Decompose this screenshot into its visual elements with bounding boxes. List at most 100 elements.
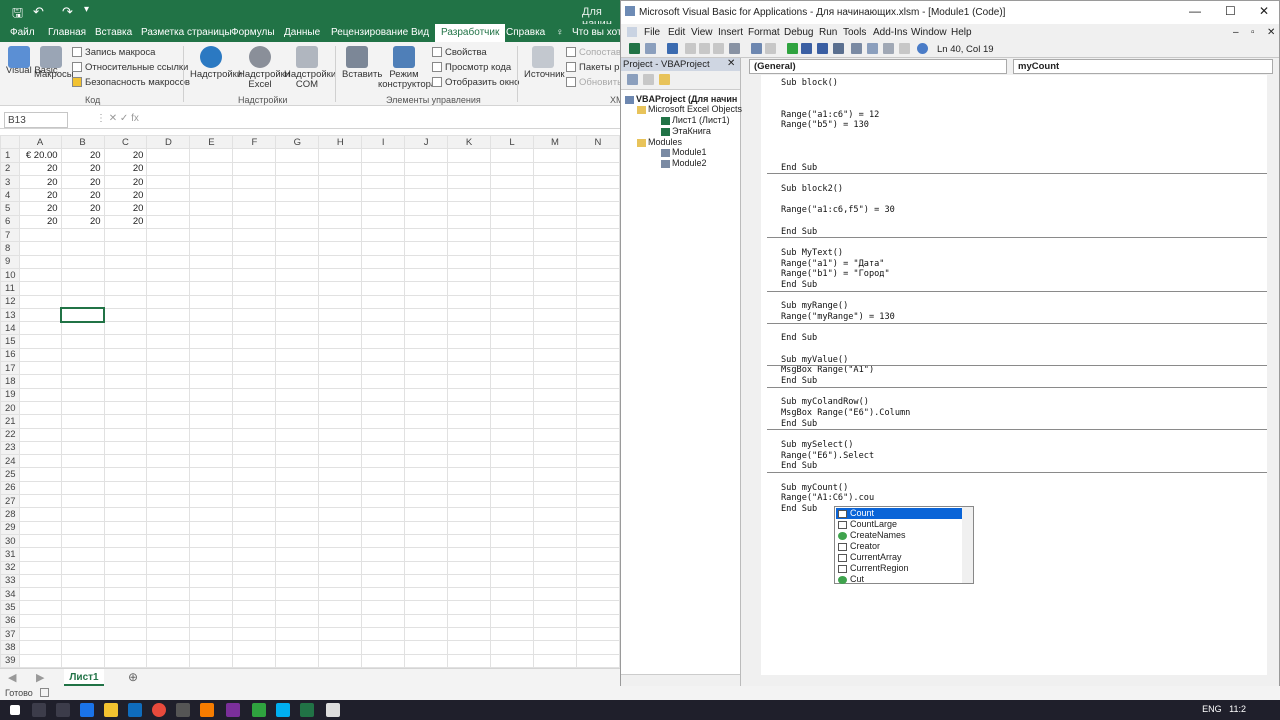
cell[interactable] [232, 600, 277, 615]
menu-help[interactable]: Help [951, 27, 972, 38]
cell[interactable] [189, 254, 234, 269]
code-vscrollbar[interactable] [1267, 75, 1279, 675]
view-excel-icon[interactable] [629, 43, 640, 54]
cell[interactable] [490, 626, 535, 642]
cell[interactable] [275, 467, 320, 482]
cell[interactable] [275, 361, 320, 376]
com-addins-button[interactable]: Надстройки COM [284, 46, 336, 90]
start-icon[interactable] [10, 705, 20, 715]
row-header[interactable]: 28 [0, 507, 20, 522]
cell[interactable] [318, 547, 363, 562]
cell[interactable] [490, 507, 535, 522]
cell[interactable] [404, 374, 449, 389]
cell[interactable] [447, 201, 492, 216]
cell[interactable] [575, 547, 620, 562]
column-header-H[interactable]: H [318, 135, 363, 150]
row-header[interactable]: 26 [0, 480, 20, 496]
cell[interactable] [404, 560, 449, 575]
cell[interactable] [490, 440, 535, 456]
cell[interactable] [318, 188, 363, 203]
cell[interactable] [447, 427, 492, 442]
cell[interactable] [490, 560, 535, 575]
cell[interactable] [575, 520, 620, 535]
cell[interactable] [60, 347, 105, 363]
cell[interactable] [189, 241, 234, 256]
cell[interactable] [189, 374, 234, 389]
cell[interactable] [447, 653, 492, 668]
cell[interactable] [361, 294, 406, 309]
cell[interactable] [18, 294, 62, 309]
cell[interactable] [146, 454, 191, 469]
tab-help[interactable]: Справка [506, 27, 545, 38]
cell[interactable] [103, 347, 148, 363]
cell[interactable] [232, 241, 277, 256]
cell[interactable] [103, 533, 148, 549]
cell[interactable] [404, 587, 449, 602]
cell[interactable] [18, 626, 62, 642]
cell[interactable] [275, 174, 320, 190]
cell[interactable] [232, 201, 277, 216]
cell[interactable] [275, 626, 320, 642]
cell[interactable] [533, 161, 577, 176]
cell[interactable] [232, 626, 277, 642]
cell[interactable] [490, 174, 535, 190]
cell[interactable] [490, 347, 535, 363]
cell[interactable] [575, 613, 620, 628]
column-header-C[interactable]: C [103, 135, 148, 150]
row-header[interactable]: 22 [0, 427, 20, 442]
cell[interactable] [103, 454, 148, 469]
cell[interactable] [575, 440, 620, 456]
row-header[interactable]: 10 [0, 267, 20, 283]
cell[interactable] [146, 440, 191, 456]
cell[interactable] [232, 294, 277, 309]
cell[interactable] [275, 161, 320, 176]
cell[interactable] [404, 387, 449, 402]
cell[interactable] [361, 533, 406, 549]
cell[interactable] [189, 148, 234, 163]
cell[interactable] [18, 520, 62, 535]
cell[interactable] [232, 347, 277, 363]
cell[interactable] [189, 228, 234, 243]
cell[interactable]: 20 [18, 214, 62, 230]
cell[interactable] [447, 467, 492, 482]
select-all-corner[interactable] [0, 135, 20, 150]
cell[interactable] [60, 507, 105, 522]
cell[interactable] [146, 560, 191, 575]
relative-refs-button[interactable]: Относительные ссылки [72, 62, 188, 73]
cell[interactable] [533, 520, 577, 535]
row-header[interactable]: 4 [0, 188, 20, 203]
cell[interactable] [447, 507, 492, 522]
cell[interactable] [60, 560, 105, 575]
row-header[interactable]: 5 [0, 201, 20, 216]
task-view-icon[interactable] [56, 703, 70, 717]
cell[interactable] [318, 480, 363, 496]
properties-button[interactable]: Свойства [432, 47, 487, 58]
cell[interactable] [575, 653, 620, 668]
column-header-B[interactable]: B [60, 135, 105, 150]
vbe-doc-icon[interactable] [627, 27, 637, 37]
cell[interactable] [232, 454, 277, 469]
cell[interactable] [318, 626, 363, 642]
reset-icon[interactable] [817, 43, 828, 54]
cell[interactable] [404, 334, 449, 349]
cell[interactable] [189, 507, 234, 522]
cell[interactable] [232, 440, 277, 456]
row-header[interactable]: 14 [0, 321, 20, 336]
cell[interactable] [103, 387, 148, 402]
cell[interactable] [60, 294, 105, 309]
cell[interactable] [533, 507, 577, 522]
cell[interactable] [232, 267, 277, 283]
tree-sheet1[interactable]: Лист1 (Лист1) [661, 115, 730, 125]
cell[interactable] [404, 600, 449, 615]
cell[interactable] [189, 520, 234, 535]
cell[interactable] [533, 653, 577, 668]
cell[interactable] [18, 374, 62, 389]
code-line[interactable]: End Sub [781, 163, 817, 173]
cell[interactable] [404, 573, 449, 589]
cell[interactable] [318, 520, 363, 535]
cell[interactable] [318, 454, 363, 469]
cell[interactable] [18, 653, 62, 668]
cell[interactable] [490, 587, 535, 602]
cell[interactable] [18, 613, 62, 628]
cell[interactable] [575, 254, 620, 269]
